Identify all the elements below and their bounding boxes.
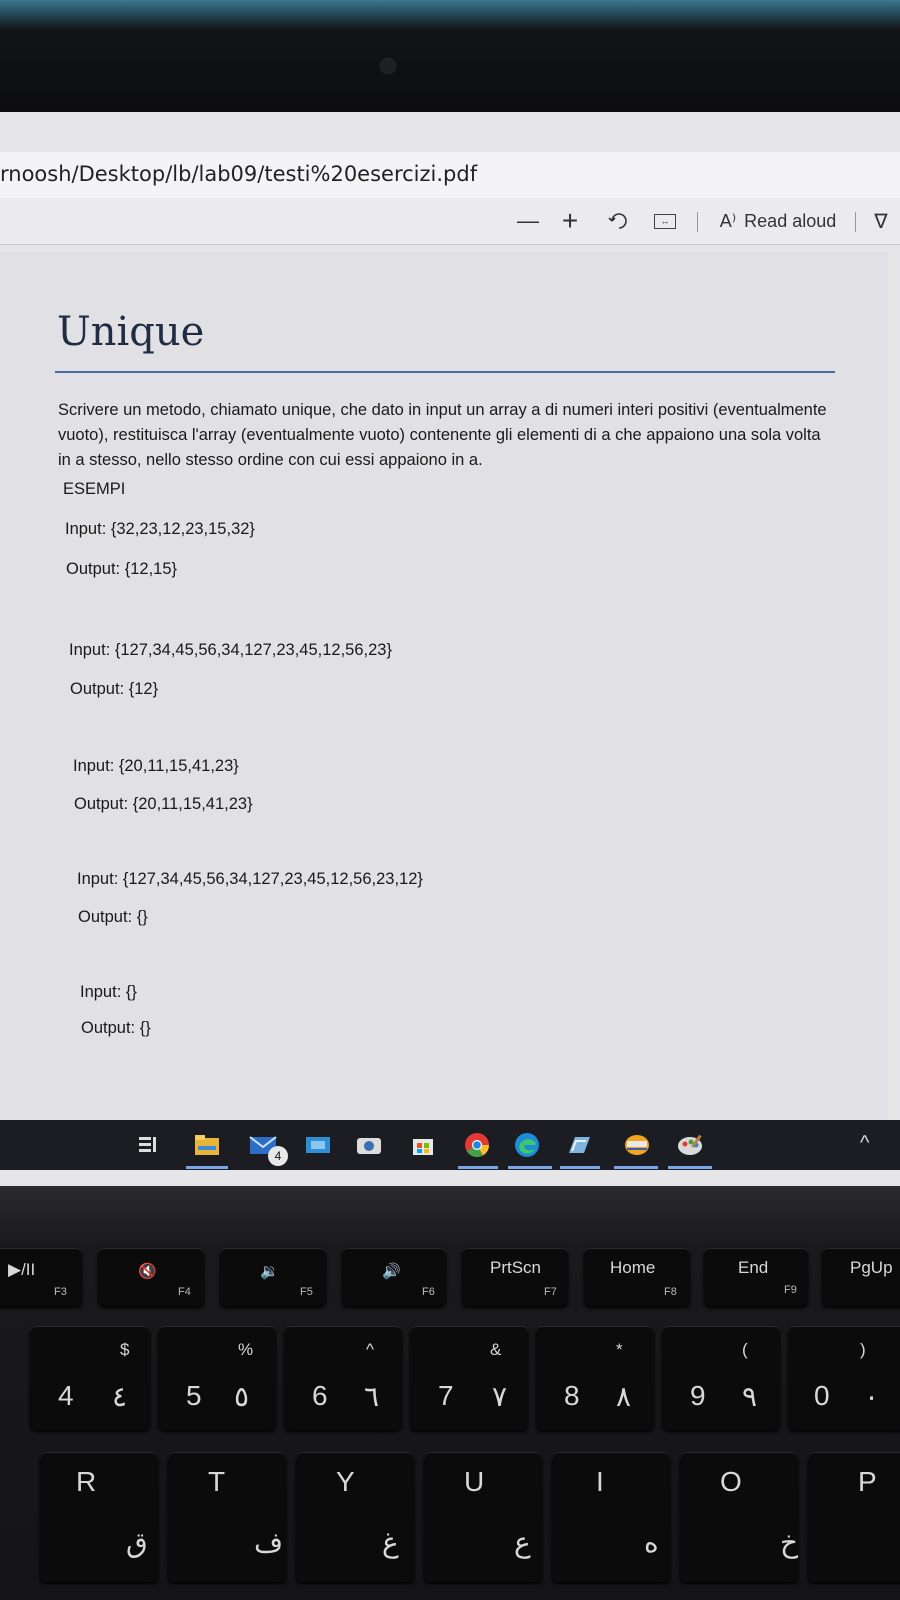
example-input: Input: {127,34,45,56,34,127,23,45,12,56,… [69, 641, 392, 659]
key-r[interactable]: R ق [40, 1452, 158, 1582]
key-p[interactable]: P [808, 1452, 900, 1582]
example-input: Input: {127,34,45,56,34,127,23,45,12,56,… [77, 870, 423, 888]
url-text[interactable]: rnoosh/Desktop/lb/lab09/testi%20esercizi… [0, 162, 477, 186]
key-0[interactable]: ) 0 ٠ [788, 1326, 900, 1430]
read-aloud-label: Read aloud [744, 210, 837, 231]
example-output: Output: {12,15} [66, 560, 178, 578]
description-line: vuoto), restituisca l'array (eventualmen… [58, 426, 821, 444]
edge-icon[interactable] [512, 1130, 542, 1160]
webcam [380, 58, 396, 74]
active-app-indicator [614, 1166, 658, 1169]
key-o[interactable]: O خ [680, 1452, 798, 1582]
read-aloud-icon: A⁾ [719, 210, 737, 231]
laptop-keyboard: ▶/II F3 🔇 F4 🔉 F5 🔊 F6 PrtScn F7 Home F8… [0, 1186, 900, 1600]
key-end[interactable]: End F9 [704, 1248, 808, 1306]
toolbar-divider [855, 212, 856, 232]
task-view-icon[interactable] [133, 1130, 163, 1160]
fit-to-width-button[interactable]: ↔ [650, 206, 680, 236]
key-t[interactable]: T ف [168, 1452, 286, 1582]
key-play-pause[interactable]: ▶/II F3 [0, 1248, 82, 1306]
key-5[interactable]: % 5 ٥ [158, 1326, 276, 1430]
store-icon[interactable] [408, 1130, 438, 1160]
example-input: Input: {} [80, 983, 137, 1001]
rotate-icon [608, 213, 627, 229]
laptop-screen: rnoosh/Desktop/lb/lab09/testi%20esercizi… [0, 112, 900, 1186]
paint-icon[interactable] [676, 1130, 706, 1160]
address-bar[interactable]: rnoosh/Desktop/lb/lab09/testi%20esercizi… [0, 152, 900, 199]
key-y[interactable]: Y غ [296, 1452, 414, 1582]
rotate-button[interactable] [604, 206, 634, 236]
active-app-indicator [508, 1166, 552, 1169]
key-volume-up[interactable]: 🔊 F6 [342, 1248, 446, 1306]
example-input: Input: {20,11,15,41,23} [73, 757, 239, 775]
read-aloud-button[interactable]: A⁾ Read aloud [718, 206, 838, 236]
zoom-out-button[interactable]: — [515, 206, 541, 236]
active-app-indicator [186, 1166, 228, 1169]
pdf-toolbar: — + ↔ A⁾ Read aloud ∇ [0, 198, 900, 245]
draw-button[interactable]: ∇ [868, 206, 894, 236]
key-home[interactable]: Home F8 [584, 1248, 690, 1306]
notes-icon[interactable] [564, 1130, 594, 1160]
laptop-bezel [0, 0, 900, 112]
example-output: Output: {} [78, 908, 148, 926]
key-i[interactable]: I ه [552, 1452, 670, 1582]
key-7[interactable]: & 7 ٧ [410, 1326, 528, 1430]
app-icon[interactable] [303, 1130, 333, 1160]
toolbar-divider [697, 212, 698, 232]
examples-heading: ESEMPI [63, 480, 126, 498]
description-paragraph: Scrivere un metodo, chiamato unique, che… [58, 398, 838, 473]
active-app-indicator [458, 1166, 498, 1169]
key-4[interactable]: $ 4 ٤ [30, 1326, 150, 1430]
active-app-indicator [560, 1166, 600, 1169]
active-app-indicator [668, 1166, 712, 1169]
camera-icon[interactable] [354, 1130, 384, 1160]
key-pgup[interactable]: PgUp [822, 1248, 900, 1306]
example-output: Output: {20,11,15,41,23} [74, 795, 253, 813]
key-prtscn[interactable]: PrtScn F7 [462, 1248, 568, 1306]
file-explorer-icon[interactable] [192, 1130, 222, 1160]
zoom-in-button[interactable]: + [555, 205, 585, 236]
key-9[interactable]: ( 9 ٩ [662, 1326, 780, 1430]
description-line: Scrivere un metodo, chiamato unique, che… [58, 401, 827, 419]
draw-icon: ∇ [874, 210, 888, 233]
example-output: Output: {} [81, 1019, 151, 1037]
app2-icon[interactable] [622, 1130, 652, 1160]
example-input: Input: {32,23,12,23,15,32} [65, 520, 255, 538]
pdf-page: Unique Scrivere un metodo, chiamato uniq… [0, 252, 888, 1132]
key-u[interactable]: U ع [424, 1452, 542, 1582]
title-underline [55, 371, 835, 373]
taskbar: 4 ^ [0, 1120, 900, 1170]
fit-width-icon: ↔ [654, 213, 676, 229]
description-line: in a stesso, nello stesso ordine con cui… [58, 451, 483, 469]
document-title: Unique [57, 309, 205, 355]
key-6[interactable]: ^ 6 ٦ [284, 1326, 402, 1430]
key-8[interactable]: * 8 ٨ [536, 1326, 654, 1430]
chrome-icon[interactable] [462, 1130, 492, 1160]
mail-badge: 4 [268, 1146, 288, 1166]
key-volume-down[interactable]: 🔉 F5 [220, 1248, 326, 1306]
key-mute[interactable]: 🔇 F4 [98, 1248, 204, 1306]
chevron-up-icon[interactable]: ^ [860, 1132, 869, 1155]
example-output: Output: {12} [70, 680, 159, 698]
